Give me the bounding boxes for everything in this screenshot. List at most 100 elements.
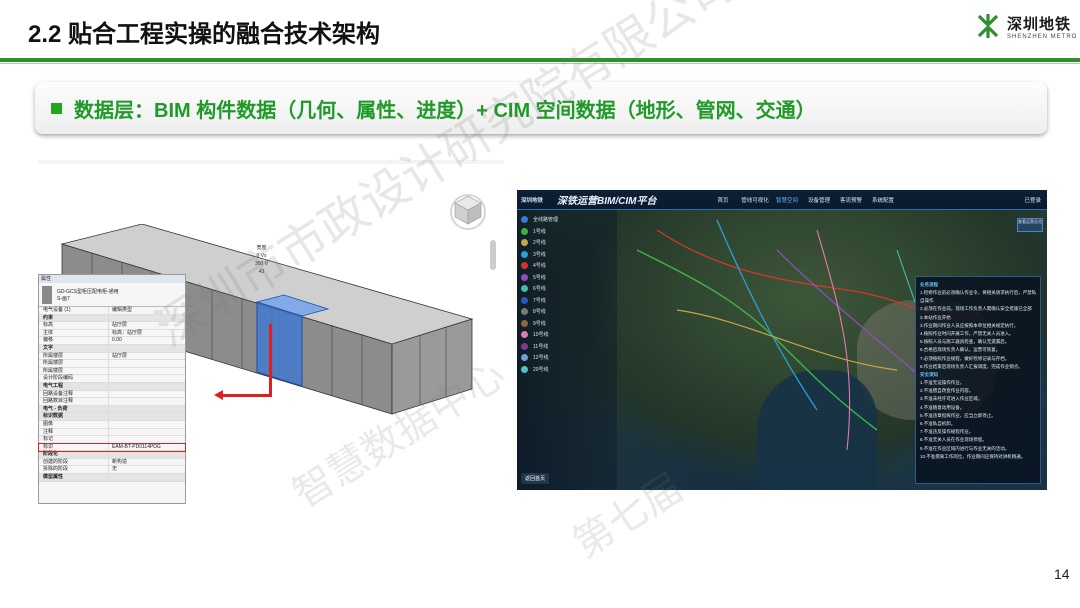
property-key: 阶段化 <box>39 451 109 458</box>
type-sub: S-画7 <box>57 295 70 302</box>
rule-line: 3.作业期间作业人员应按照本单位相关规定执行。 <box>920 322 1019 328</box>
line-color-dot-icon <box>521 250 528 258</box>
line-item[interactable]: 2号线 <box>517 237 617 249</box>
line-item[interactable]: 12号线 <box>517 352 617 364</box>
property-value <box>109 413 112 420</box>
callout-arrow-icon <box>214 390 223 400</box>
safety-list: 1.不准无证操作作业。 2.不准擅自改变作业内容。 3.不准未经许可进入作业区域。 4… <box>920 379 1036 461</box>
property-row[interactable]: 标高 站厅层 <box>39 322 185 330</box>
rule-line: 6.不准私自拆卸。 <box>920 421 956 427</box>
property-value: 标高：站厅层 <box>112 329 143 336</box>
instance-selector-row[interactable]: 电气设备 (1) 编辑类型 <box>39 307 185 315</box>
property-section[interactable]: 标识数据 <box>39 413 185 421</box>
property-key: 标识数据 <box>39 413 109 420</box>
property-value: 站厅层 <box>112 352 128 359</box>
line-list-sidebar: 全线路管理 1号线 2号线 3号线 4号线 5号线 6号线 7号线 8号线 9号线 10号线 11号线… <box>517 210 617 490</box>
property-row[interactable]: 回路设备注释 <box>39 390 185 399</box>
line-item[interactable]: 3号线 <box>517 249 617 261</box>
property-key: 创建的阶段 <box>39 458 109 466</box>
line-item[interactable]: 6号线 <box>517 283 617 295</box>
property-row[interactable]: 注释 <box>39 428 185 437</box>
line-label: 6号线 <box>533 286 546 293</box>
line-color-dot-icon <box>521 239 528 247</box>
line-item[interactable]: 11号线 <box>517 341 617 353</box>
back-home-button[interactable]: 返回首页 <box>521 473 550 484</box>
line-color-dot-icon <box>521 308 528 316</box>
callout-line-vertical <box>269 324 272 396</box>
logo-en: SHENZHEN METRO <box>1007 33 1078 40</box>
property-row[interactable]: 拆除的阶段无 <box>39 466 185 475</box>
line-item[interactable]: 全线路管理 <box>517 214 617 226</box>
property-section[interactable]: 模型属性 <box>39 474 185 482</box>
nav-passenger-alert[interactable]: 客流预警 <box>835 196 867 204</box>
header-divider <box>0 58 1080 62</box>
line-color-dot-icon <box>521 285 528 293</box>
line-color-dot-icon <box>521 365 528 373</box>
rule-line: 2.必须在作业前，现场工作负责人需确认安全措施已全部 <box>920 306 1032 312</box>
company-logo: 深圳地铁 SHENZHEN METRO <box>975 12 1077 40</box>
property-section[interactable]: 阶段化 <box>39 451 185 459</box>
property-value: 无 <box>112 466 118 473</box>
rule-line: 1.不准无证操作作业。 <box>920 380 965 386</box>
platform-topbar: 深圳地铁 深铁运营BIM/CIM平台 首页 管线可视化 智慧空间 设备管理 客流… <box>517 190 1047 210</box>
cim-platform-screenshot: 深圳地铁 深铁运营BIM/CIM平台 首页 管线可视化 智慧空间 设备管理 客流… <box>517 190 1047 490</box>
safety-section-title: 安全须知 <box>920 372 938 378</box>
property-key: 标高 <box>39 322 109 329</box>
line-item[interactable]: 4号线 <box>517 260 617 272</box>
nav-smart-space[interactable]: 智慧空间 <box>771 196 803 204</box>
property-row[interactable]: 标记 <box>39 436 185 444</box>
line-label: 20号线 <box>533 366 549 373</box>
edit-type-button[interactable]: 编辑类型 <box>109 307 132 314</box>
property-value: 0.00 <box>112 337 122 344</box>
property-row[interactable]: 设计阶段编码 <box>39 375 185 383</box>
callout-line-horizontal <box>222 394 272 397</box>
nav-system-config[interactable]: 系统配置 <box>867 196 899 204</box>
line-color-dot-icon <box>521 227 528 235</box>
property-key: 文字 <box>39 344 109 352</box>
property-value <box>109 360 112 367</box>
rule-line: 1.检修作业前必须确认作业令，将相关请求执行后，严禁私 <box>920 290 1036 295</box>
line-item[interactable]: 5号线 <box>517 272 617 284</box>
line-item[interactable]: 8号线 <box>517 306 617 318</box>
properties-header: 属性 <box>39 275 185 283</box>
type-selector[interactable]: GD-GCS型柜压配电柜-通用 S-画7 <box>39 283 185 307</box>
property-row[interactable]: 所属楼层 <box>39 360 185 368</box>
line-label: 5号线 <box>533 274 546 281</box>
overview-button[interactable]: 查看运营总览 <box>1017 218 1043 232</box>
line-item[interactable]: 9号线 <box>517 318 617 330</box>
rule-line: 10.不准擅离工作岗位，作业期间应保持对讲机畅通。 <box>920 453 1026 459</box>
line-item[interactable]: 1号线 <box>517 226 617 238</box>
property-row[interactable]: 回路数目注释 <box>39 398 185 406</box>
data-layer-banner: 数据层：BIM 构件数据（几何、属性、进度）+ CIM 空间数据（地形、管网、交… <box>35 82 1047 134</box>
user-menu[interactable]: 已登录 <box>1024 196 1047 204</box>
property-section[interactable]: 电气工程 <box>39 382 185 391</box>
property-value <box>109 368 112 375</box>
rule-line: 9.不准在作业区域内进行与作业无关的活动。 <box>920 445 1010 451</box>
nav-home[interactable]: 首页 <box>707 196 739 204</box>
dimension-label: 宽度 0 Vs 300 V 43 <box>255 245 269 275</box>
property-row[interactable]: 主体 标高：站厅层 <box>39 329 185 338</box>
property-value <box>109 345 112 352</box>
line-label: 8号线 <box>533 309 546 316</box>
line-color-dot-icon <box>521 296 528 304</box>
line-item[interactable]: 20号线 <box>517 364 617 376</box>
property-rows: 约束 标高 站厅层 主体 标高：站厅层 偏移 0.00 文字 所属楼层 站厅层 所属楼层 所属楼层 设计… <box>38 314 186 482</box>
property-row[interactable]: 图像 <box>39 420 185 429</box>
nav-equipment[interactable]: 设备管理 <box>803 196 835 204</box>
property-key: 主体 <box>39 329 109 337</box>
line-item[interactable]: 7号线 <box>517 295 617 307</box>
property-key: 所属楼层 <box>39 367 109 375</box>
line-color-dot-icon <box>521 319 528 327</box>
property-row[interactable]: 标识 EAM-BT-PD0114PDG <box>38 442 186 453</box>
property-section[interactable]: 文字 <box>39 344 185 353</box>
nav-pipeline[interactable]: 管线可视化 <box>739 196 771 204</box>
work-rules-panel: 业务流程 1.检修作业前必须确认作业令，将相关请求执行后，严禁私 自操作 2.必须在… <box>915 276 1041 484</box>
rule-line: 4.按照作业时间开展工作，严禁无关人员进入。 <box>920 331 1014 337</box>
line-label: 4号线 <box>533 263 546 270</box>
rule-line: 5.按照人员与施工器具检查，确认无遗漏后。 <box>920 339 1010 345</box>
rule-line: 5.不准违章指挥作业，应当立即停止。 <box>920 412 996 418</box>
rule-line: 4.不准随意动用设备。 <box>920 404 965 410</box>
line-item[interactable]: 10号线 <box>517 329 617 341</box>
property-row[interactable]: 偏移 0.00 <box>39 337 185 345</box>
property-value: 站厅层 <box>112 322 128 329</box>
